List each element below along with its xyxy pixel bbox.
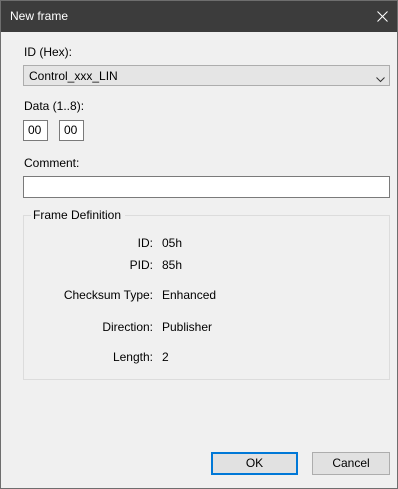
title-bar[interactable]: New frame xyxy=(1,1,397,32)
data-byte-1-input[interactable]: 00 xyxy=(23,120,48,141)
id-label: ID (Hex): xyxy=(24,45,72,59)
data-label: Data (1..8): xyxy=(24,99,85,113)
frame-pid-label: PID: xyxy=(129,258,153,272)
close-button[interactable] xyxy=(367,1,397,32)
direction-value: Publisher xyxy=(162,320,213,334)
direction-label: Direction: xyxy=(102,320,153,334)
id-select-value: Control_xxx_LIN xyxy=(29,69,118,83)
frame-id-label: ID: xyxy=(137,236,153,250)
close-icon xyxy=(377,11,388,22)
checksum-type-label: Checksum Type: xyxy=(63,288,153,302)
chevron-down-icon xyxy=(376,72,385,86)
comment-input[interactable] xyxy=(23,176,390,198)
frame-pid-value: 85h xyxy=(162,258,183,272)
new-frame-dialog: New frame ID (Hex): Control_xxx_LIN Data… xyxy=(0,0,398,489)
length-value: 2 xyxy=(162,350,169,364)
ok-button[interactable]: OK xyxy=(211,452,298,475)
data-byte-2-input[interactable]: 00 xyxy=(59,120,84,141)
length-label: Length: xyxy=(112,350,153,364)
id-select[interactable]: Control_xxx_LIN xyxy=(23,65,390,86)
frame-id-value: 05h xyxy=(162,236,183,250)
window-title: New frame xyxy=(10,9,69,23)
cancel-button[interactable]: Cancel xyxy=(312,452,390,475)
comment-label: Comment: xyxy=(24,156,80,170)
frame-definition-title: Frame Definition xyxy=(31,208,126,222)
checksum-type-value: Enhanced xyxy=(162,288,217,302)
